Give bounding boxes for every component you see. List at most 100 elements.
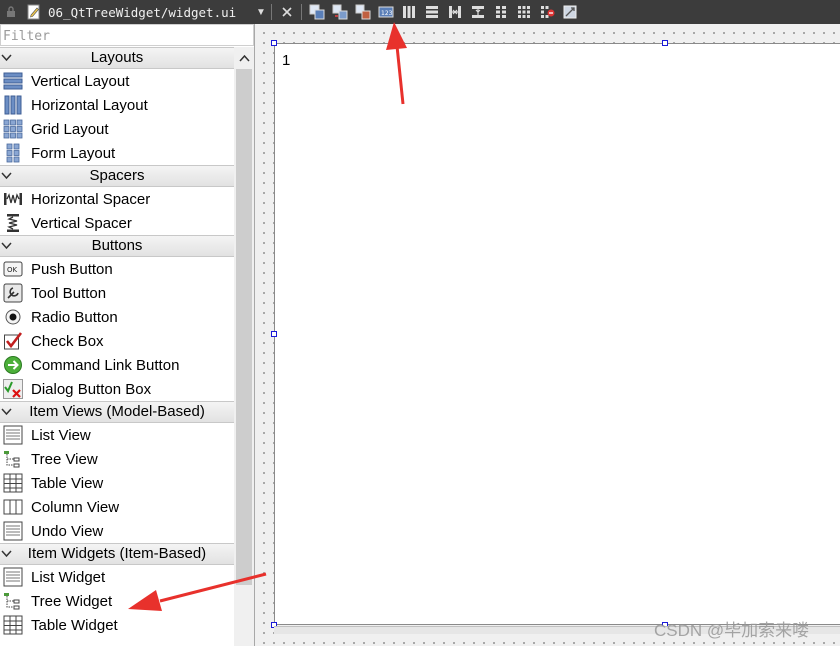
layout-vertical-splitter-icon[interactable] <box>468 2 488 22</box>
widget-item-push-button[interactable]: OK Push Button <box>0 257 234 281</box>
selection-handle[interactable] <box>271 331 277 337</box>
widget-item-tool-button[interactable]: Tool Button <box>0 281 234 305</box>
form-content-text: 1 <box>282 52 291 69</box>
chevron-down-icon <box>1 544 13 564</box>
edit-buddies-icon[interactable] <box>353 2 373 22</box>
widget-item-label: Check Box <box>31 332 104 350</box>
adjust-size-icon[interactable] <box>560 2 580 22</box>
designer-toolbar: 06_QtTreeWidget/widget.ui ▼ 123 <box>0 0 840 24</box>
category-buttons[interactable]: Buttons <box>0 235 234 257</box>
grid-layout-icon <box>1 117 25 141</box>
command-link-icon <box>1 353 25 377</box>
chevron-down-icon <box>1 236 13 256</box>
layout-horizontal-icon[interactable] <box>399 2 419 22</box>
widget-item-tree-view[interactable]: Tree View <box>0 447 234 471</box>
widget-box: Layouts Vertical Layout Horizontal Layou… <box>0 47 234 646</box>
layout-grid-icon[interactable] <box>514 2 534 22</box>
edit-widgets-icon[interactable] <box>307 2 327 22</box>
layout-vertical-icon[interactable] <box>422 2 442 22</box>
widget-item-vertical-spacer[interactable]: Vertical Spacer <box>0 211 234 235</box>
column-view-icon <box>1 495 25 519</box>
chevron-down-icon <box>1 166 13 186</box>
category-title: Spacers <box>89 167 145 184</box>
widget-item-command-link-button[interactable]: Command Link Button <box>0 353 234 377</box>
widget-item-label: Tree View <box>31 450 98 468</box>
widget-item-label: Radio Button <box>31 308 118 326</box>
form-widget[interactable] <box>274 43 840 625</box>
widget-item-radio-button[interactable]: Radio Button <box>0 305 234 329</box>
table-widget-icon <box>1 613 25 637</box>
radio-button-icon <box>1 305 25 329</box>
widget-item-label: Tree Widget <box>31 592 113 610</box>
undo-view-icon <box>1 519 25 543</box>
edit-tab-order-icon[interactable]: 123 <box>376 2 396 22</box>
tree-view-icon <box>1 447 25 471</box>
category-spacers[interactable]: Spacers <box>0 165 234 187</box>
widget-item-label: Undo View <box>31 522 104 540</box>
widget-item-label: Tool Button <box>31 284 107 302</box>
widget-item-grid-layout[interactable]: Grid Layout <box>0 117 234 141</box>
chevron-down-icon <box>1 48 13 68</box>
toolbar-separator <box>271 4 272 20</box>
category-title: Layouts <box>90 49 144 66</box>
filter-input[interactable] <box>0 24 254 46</box>
widget-item-undo-view[interactable]: Undo View <box>0 519 234 543</box>
widget-item-label: List Widget <box>31 568 106 586</box>
widget-item-tree-widget[interactable]: Tree Widget <box>0 589 234 613</box>
selection-handle[interactable] <box>271 40 277 46</box>
ui-file-icon <box>26 4 42 20</box>
widget-item-horizontal-spacer[interactable]: Horizontal Spacer <box>0 187 234 211</box>
widget-item-label: Horizontal Spacer <box>31 190 151 208</box>
horizontal-layout-icon <box>1 93 25 117</box>
widget-item-label: Horizontal Layout <box>31 96 148 114</box>
horizontal-spacer-icon <box>1 187 25 211</box>
category-item-widgets[interactable]: Item Widgets (Item-Based) <box>0 543 234 565</box>
category-layouts[interactable]: Layouts <box>0 47 234 69</box>
widget-item-horizontal-layout[interactable]: Horizontal Layout <box>0 93 234 117</box>
widget-item-table-widget[interactable]: Table Widget <box>0 613 234 637</box>
widget-item-label: Table View <box>31 474 104 492</box>
widget-item-vertical-layout[interactable]: Vertical Layout <box>0 69 234 93</box>
widget-item-label: Push Button <box>31 260 113 278</box>
close-file-icon[interactable] <box>277 2 297 22</box>
break-layout-icon[interactable] <box>537 2 557 22</box>
vertical-spacer-icon <box>1 211 25 235</box>
scroll-up-icon[interactable] <box>234 47 254 69</box>
layout-horizontal-splitter-icon[interactable] <box>445 2 465 22</box>
toolbar-separator <box>301 4 302 20</box>
chevron-down-icon <box>1 402 13 422</box>
watermark: CSDN @毕加索来喽 <box>654 621 810 640</box>
selection-handle[interactable] <box>662 40 668 46</box>
widget-item-list-widget[interactable]: List Widget <box>0 565 234 589</box>
check-box-icon <box>1 329 25 353</box>
widget-item-column-view[interactable]: Column View <box>0 495 234 519</box>
list-view-icon <box>1 423 25 447</box>
widget-item-label: Vertical Spacer <box>31 214 132 232</box>
widget-item-label: Column View <box>31 498 120 516</box>
scrollbar-thumb[interactable] <box>236 69 252 585</box>
category-title: Buttons <box>91 237 143 254</box>
widget-box-scrollbar[interactable] <box>234 47 254 646</box>
widget-item-label: Grid Layout <box>31 120 109 138</box>
widget-item-label: List View <box>31 426 91 444</box>
table-view-icon <box>1 471 25 495</box>
tool-button-icon <box>1 281 25 305</box>
svg-text:123: 123 <box>381 10 393 17</box>
vertical-layout-icon <box>1 69 25 93</box>
widget-item-check-box[interactable]: Check Box <box>0 329 234 353</box>
widget-item-label: Table Widget <box>31 616 118 634</box>
widget-item-label: Vertical Layout <box>31 72 130 90</box>
category-title: Item Views (Model-Based) <box>29 403 205 420</box>
widget-item-label: Command Link Button <box>31 356 180 374</box>
svg-text:OK: OK <box>7 266 18 274</box>
layout-form-icon[interactable] <box>491 2 511 22</box>
edit-signals-slots-icon[interactable] <box>330 2 350 22</box>
widget-item-form-layout[interactable]: Form Layout <box>0 141 234 165</box>
widget-item-dialog-button-box[interactable]: Dialog Button Box <box>0 377 234 401</box>
file-dropdown-icon[interactable]: ▼ <box>254 7 268 18</box>
category-item-views[interactable]: Item Views (Model-Based) <box>0 401 234 423</box>
open-file-name[interactable]: 06_QtTreeWidget/widget.ui <box>48 5 254 20</box>
widget-item-list-view[interactable]: List View <box>0 423 234 447</box>
widget-item-table-view[interactable]: Table View <box>0 471 234 495</box>
form-layout-icon <box>1 141 25 165</box>
